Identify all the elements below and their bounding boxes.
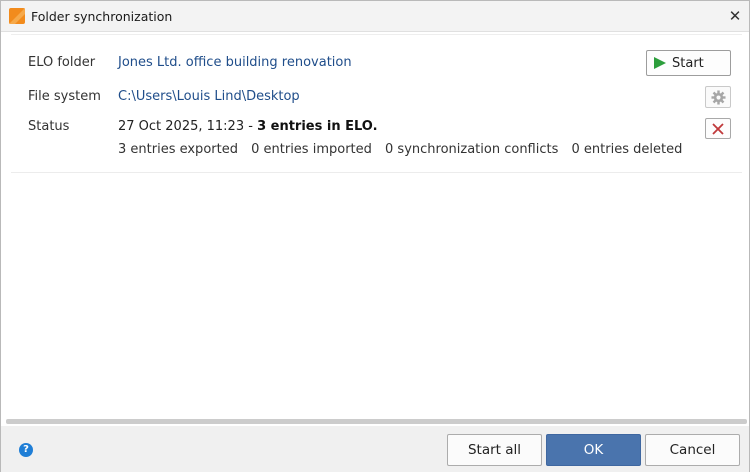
folder-sync-dialog: Folder synchronization ✕ ELO folder Jone… [0, 0, 750, 472]
divider [11, 34, 742, 35]
divider [11, 172, 742, 173]
start-all-button[interactable]: Start all [447, 434, 542, 466]
elo-folder-link[interactable]: Jones Ltd. office building renovation [118, 55, 352, 70]
delete-sync-button[interactable] [705, 118, 731, 139]
gear-icon [711, 90, 726, 105]
status-text: 27 Oct 2025, 11:23 - 3 entries in ELO. [118, 119, 378, 134]
file-system-label: File system [28, 89, 101, 104]
elo-folder-label: ELO folder [28, 55, 96, 70]
stat-deleted: 0 entries deleted [571, 142, 683, 157]
cancel-button[interactable]: Cancel [645, 434, 740, 466]
settings-button[interactable] [705, 86, 731, 108]
start-button[interactable]: Start [646, 50, 731, 76]
status-summary: 3 entries in ELO. [257, 119, 378, 134]
sync-stats: 3 entries exported 0 entries imported 0 … [118, 142, 691, 157]
ok-button[interactable]: OK [546, 434, 641, 466]
app-icon [9, 8, 25, 24]
status-date: 27 Oct 2025, 11:23 - [118, 119, 258, 134]
stat-conflicts: 0 synchronization conflicts [385, 142, 559, 157]
window-title: Folder synchronization [31, 9, 173, 24]
dialog-footer: ? Start all OK Cancel [1, 426, 749, 472]
close-red-icon [712, 123, 724, 135]
file-system-link[interactable]: C:\Users\Louis Lind\Desktop [118, 89, 300, 104]
title-bar: Folder synchronization ✕ [1, 1, 749, 32]
horizontal-scrollbar[interactable] [6, 419, 747, 424]
close-icon[interactable]: ✕ [724, 6, 746, 26]
stat-imported: 0 entries imported [251, 142, 372, 157]
status-label: Status [28, 119, 70, 134]
start-button-label: Start [672, 56, 704, 71]
help-icon[interactable]: ? [19, 443, 33, 457]
stat-exported: 3 entries exported [118, 142, 238, 157]
play-icon [654, 57, 666, 69]
